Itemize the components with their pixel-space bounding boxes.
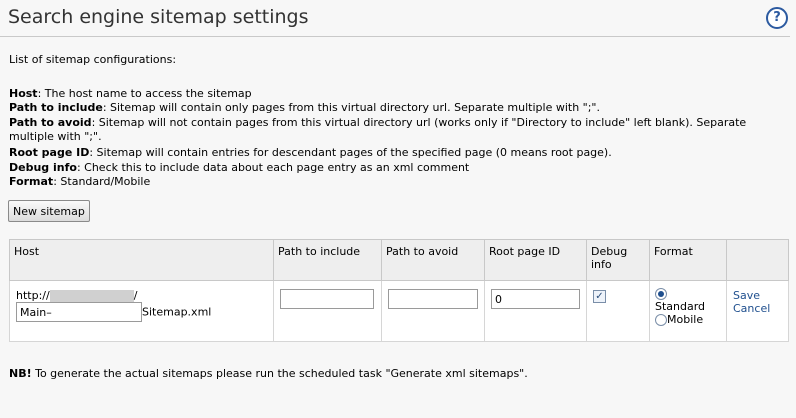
hostname-redacted — [49, 290, 134, 302]
column-root-page-id: Root page ID — [484, 239, 587, 281]
format-option-mobile[interactable]: Mobile — [655, 313, 720, 326]
definition-text: : Standard/Mobile — [53, 175, 151, 188]
sitemap-suffix: Sitemap.xml — [142, 305, 212, 319]
format-cell: Standard Mobile — [649, 280, 727, 342]
path-to-include-cell — [273, 280, 382, 342]
column-path-to-avoid: Path to avoid — [381, 239, 485, 281]
root-page-id-cell — [484, 280, 587, 342]
definition-term: Format — [9, 175, 54, 188]
format-mobile-label: Mobile — [667, 313, 704, 326]
definition-term: Host — [9, 87, 38, 100]
column-host: Host — [9, 239, 274, 281]
new-sitemap-button[interactable]: New sitemap — [8, 200, 90, 222]
sitemap-name-input[interactable] — [16, 302, 142, 322]
definition-term: Path to avoid — [9, 116, 92, 129]
column-path-to-include: Path to include — [273, 239, 382, 281]
debug-info-cell: ✓ — [586, 280, 650, 342]
host-suffix: / — [133, 289, 138, 302]
divider — [0, 36, 790, 37]
nb-label: NB! — [9, 367, 32, 380]
definition-term: Root page ID — [9, 146, 90, 159]
definition-path-to-include: Path to include: Sitemap will contain on… — [9, 101, 600, 114]
path-to-include-input[interactable] — [280, 289, 374, 309]
definition-term: Path to include — [9, 101, 103, 114]
radio-standard[interactable] — [655, 288, 667, 300]
radio-mobile[interactable] — [655, 314, 667, 326]
table-header-row: Host Path to include Path to avoid Root … — [9, 239, 789, 281]
debug-info-checkbox[interactable]: ✓ — [593, 290, 606, 303]
definition-text: multiple with ";". — [9, 130, 102, 143]
column-format: Format — [649, 239, 727, 281]
table-row: http:/// Sitemap.xml ✓ Stand — [9, 280, 789, 342]
save-link[interactable]: Save — [733, 289, 782, 302]
definition-text: : The host name to access the sitemap — [37, 87, 252, 100]
definition-text: : Sitemap will not contain pages from th… — [91, 116, 747, 129]
path-to-avoid-input[interactable] — [388, 289, 478, 309]
definition-format: Format: Standard/Mobile — [9, 175, 150, 188]
column-debug-info: Debug info — [586, 239, 650, 281]
definition-debug-info: Debug info: Check this to include data a… — [9, 161, 469, 174]
definition-term: Debug info — [9, 161, 77, 174]
path-to-avoid-cell — [381, 280, 485, 342]
footer-note: NB! To generate the actual sitemaps plea… — [9, 367, 528, 380]
sitemap-table: Host Path to include Path to avoid Root … — [9, 239, 789, 342]
definition-host: Host: The host name to access the sitema… — [9, 87, 252, 100]
help-icon[interactable]: ? — [766, 7, 788, 29]
definition-text: : Sitemap will contain only pages from t… — [102, 101, 600, 114]
definition-path-to-avoid-continued: multiple with ";". — [9, 130, 102, 143]
footer-text: To generate the actual sitemaps please r… — [31, 367, 528, 380]
format-standard-label: Standard — [655, 300, 706, 313]
actions-cell: Save Cancel — [726, 280, 789, 342]
definition-text: : Sitemap will contain entries for desce… — [89, 146, 612, 159]
host-cell: http:// / Sitemap.xml — [9, 280, 274, 342]
definition-path-to-avoid: Path to avoid: Sitemap will not contain … — [9, 116, 746, 129]
host-prefix: http:// — [16, 289, 50, 302]
format-option-standard[interactable]: Standard — [655, 287, 720, 313]
page-title: Search engine sitemap settings — [8, 6, 309, 28]
cancel-link[interactable]: Cancel — [733, 302, 782, 315]
list-label: List of sitemap configurations: — [9, 53, 177, 66]
root-page-id-input[interactable] — [491, 289, 580, 309]
definition-text: : Check this to include data about each … — [76, 161, 470, 174]
column-actions — [726, 239, 789, 281]
definition-root-page-id: Root page ID: Sitemap will contain entri… — [9, 146, 612, 159]
